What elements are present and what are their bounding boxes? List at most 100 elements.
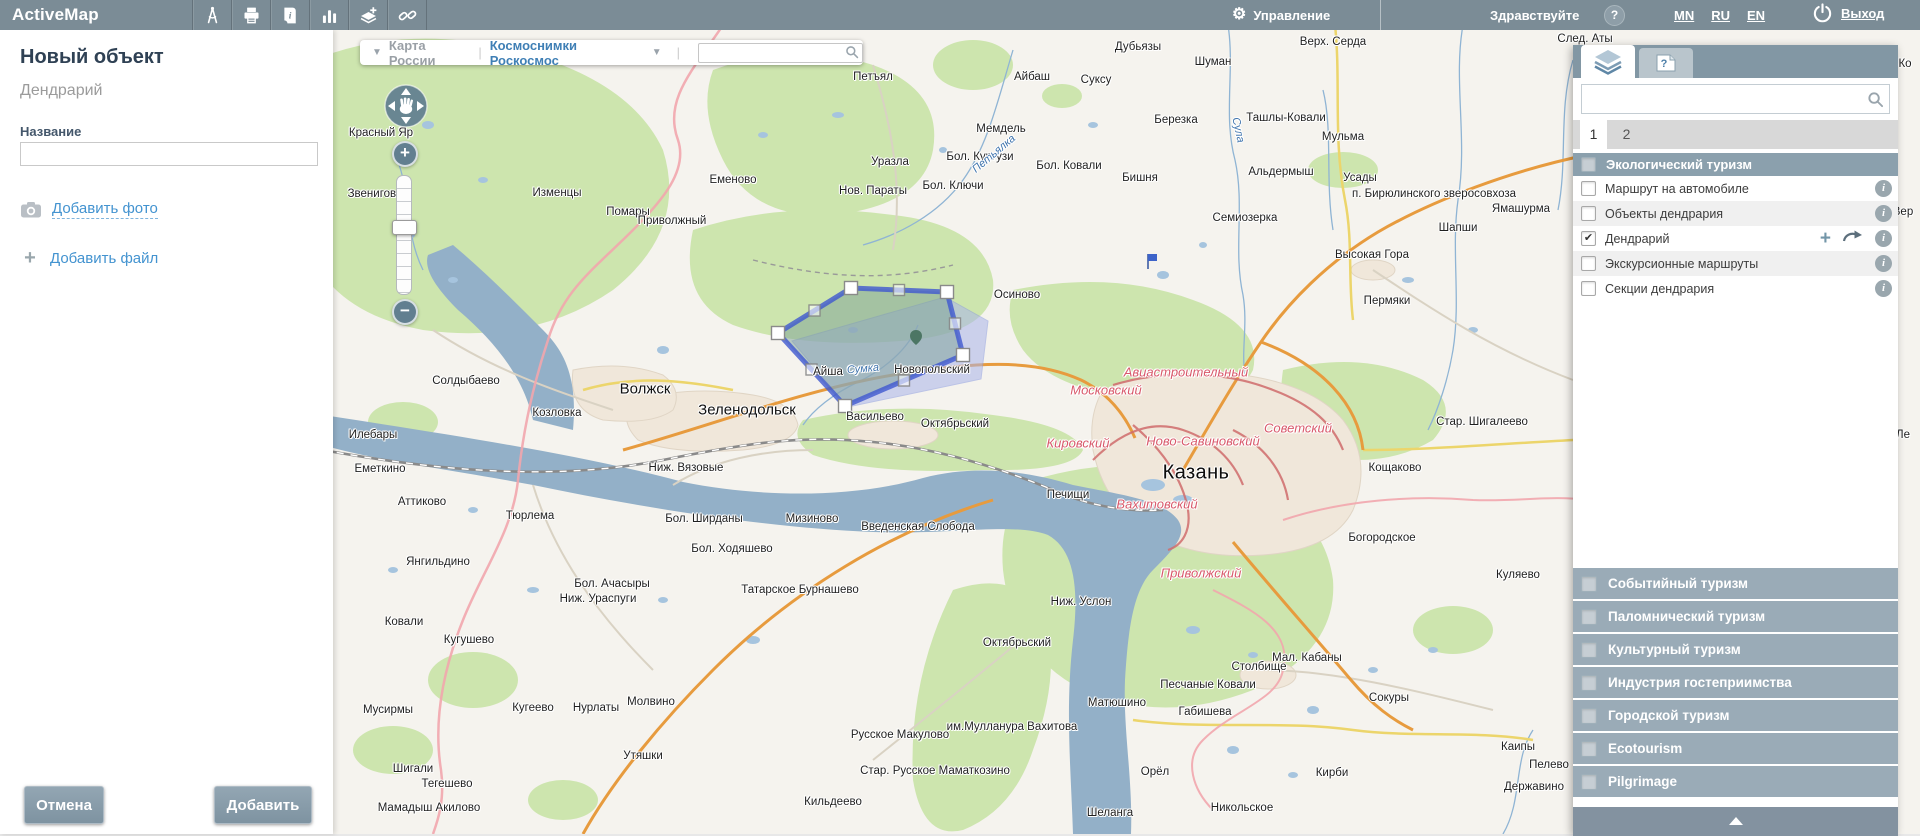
redo-arrow-icon[interactable] [1842, 229, 1864, 248]
submit-button[interactable]: Добавить [214, 786, 312, 824]
polygon-midpoint-handle[interactable] [809, 305, 820, 316]
layer-checkbox[interactable] [1581, 206, 1596, 221]
polygon-vertex-handle[interactable] [839, 400, 852, 413]
layer-subtitle: Дендрарий [20, 82, 102, 100]
search-icon[interactable] [845, 45, 859, 59]
polygon-vertex-handle[interactable] [957, 349, 970, 362]
zoom-out-button[interactable]: − [392, 299, 418, 325]
layer-group-bar[interactable]: Городской туризм [1573, 700, 1898, 731]
search-icon[interactable] [1867, 91, 1884, 108]
language-link-ru[interactable]: RU [1711, 8, 1730, 23]
svg-text:?: ? [1661, 58, 1668, 70]
info-icon[interactable]: i [1875, 230, 1892, 247]
group-checkbox[interactable] [1581, 576, 1597, 592]
print-button[interactable] [231, 0, 270, 30]
add-photo-button[interactable]: Добавить фото [20, 200, 158, 219]
info-icon[interactable]: i [1875, 205, 1892, 222]
satellite-layer-option[interactable]: Космоснимки Роскосмос [490, 38, 640, 68]
add-layer-icon [358, 5, 379, 26]
zoom-in-button[interactable]: + [392, 141, 418, 167]
layer-checkbox[interactable] [1581, 181, 1596, 196]
link-button[interactable] [387, 0, 427, 30]
group-label: Событийный туризм [1608, 576, 1748, 591]
layer-group-bar[interactable]: Культурный туризм [1573, 634, 1898, 665]
cancel-button[interactable]: Отмена [24, 786, 104, 824]
layer-group-bar[interactable]: Паломнический туризм [1573, 601, 1898, 632]
add-geometry-icon[interactable]: + [1820, 229, 1831, 248]
page-tab-2[interactable]: 2 [1613, 120, 1640, 149]
polygon-midpoint-handle[interactable] [894, 285, 905, 296]
info-icon[interactable]: i [1875, 280, 1892, 297]
panel-footer[interactable] [1573, 805, 1898, 836]
group-checkbox[interactable] [1581, 774, 1597, 790]
base-layer-option[interactable]: Карта России [389, 38, 470, 68]
tab-layers[interactable] [1581, 45, 1635, 78]
polygon-midpoint-handle[interactable] [806, 364, 817, 375]
layer-group-bar[interactable]: Pilgrimage [1573, 766, 1898, 797]
collapsed-groups: Событийный туризм Паломнический туризм Кул… [1573, 568, 1898, 799]
polygon-vertex-handle[interactable] [845, 282, 858, 295]
add-layer-button[interactable] [348, 0, 387, 30]
layer-checkbox[interactable]: ✔ [1581, 231, 1596, 246]
group-label: Культурный туризм [1608, 642, 1741, 657]
info-icon[interactable]: i [1875, 180, 1892, 197]
page-tab-1[interactable]: 1 [1580, 120, 1607, 149]
greeting-text: Здравствуйте [1490, 8, 1579, 23]
language-switcher: MN RU EN [1674, 8, 1765, 23]
group-label: Паломнический туризм [1608, 609, 1765, 624]
layers-pagination: 1 2 [1573, 120, 1898, 149]
layer-label: Секции дендрария [1605, 282, 1866, 296]
group-checkbox[interactable] [1581, 675, 1597, 691]
compass-tool-icon [202, 5, 223, 26]
group-label: Индустрия гостеприимства [1608, 675, 1792, 690]
group-checkbox[interactable] [1581, 642, 1597, 658]
new-object-panel: Новый объект Дендрарий Название Добавить… [0, 30, 333, 834]
guide-icon: i [280, 5, 301, 26]
layer-row[interactable]: Объекты дендрарияi [1573, 201, 1898, 226]
camera-icon [20, 201, 42, 218]
map-pan-control[interactable] [383, 83, 429, 134]
zoom-slider-handle[interactable] [392, 220, 417, 235]
chevron-down-icon[interactable]: ▼ [652, 47, 662, 58]
polygon-vertex-handle[interactable] [941, 286, 954, 299]
layer-row[interactable]: Экскурсионные маршрутыi [1573, 251, 1898, 276]
polygon-vertex-handle[interactable] [772, 327, 785, 340]
group-checkbox[interactable] [1581, 708, 1597, 724]
help-button[interactable]: ? [1604, 5, 1625, 26]
map-search-input[interactable] [698, 43, 863, 63]
group-checkbox[interactable] [1581, 741, 1597, 757]
language-link-mn[interactable]: MN [1674, 8, 1694, 23]
layers-search-input[interactable] [1586, 89, 1860, 111]
bar-chart-button[interactable] [309, 0, 348, 30]
tab-legend[interactable]: ? [1639, 48, 1693, 78]
guide-button[interactable]: i [270, 0, 309, 30]
layer-checkbox[interactable] [1581, 256, 1596, 271]
polygon-midpoint-handle[interactable] [899, 375, 910, 386]
layer-label: Маршрут на автомобиле [1605, 182, 1866, 196]
toolbar-icons: i [192, 0, 427, 30]
group-checkbox[interactable] [1581, 609, 1597, 625]
guide-page-icon: ? [1653, 52, 1679, 74]
add-file-button[interactable]: + Добавить файл [20, 248, 158, 268]
logout-button[interactable]: Выход [1812, 3, 1884, 24]
layers-panel-tabs: ? [1573, 45, 1898, 78]
manage-button[interactable]: ⚙ Управление [1232, 0, 1330, 30]
layer-row[interactable]: ✔Дендрарий+i [1573, 226, 1898, 251]
language-link-en[interactable]: EN [1747, 8, 1765, 23]
compass-tool-button[interactable] [192, 0, 231, 30]
layer-row[interactable]: Секции дендрария i [1573, 276, 1898, 301]
layer-checkbox[interactable] [1581, 281, 1596, 296]
name-field[interactable] [20, 142, 318, 166]
zoom-slider[interactable] [396, 175, 412, 295]
layer-row[interactable]: Маршрут на автомобиле i [1573, 176, 1898, 201]
layer-group-bar[interactable]: Индустрия гостеприимства [1573, 667, 1898, 698]
layer-group-bar[interactable]: Ecotourism [1573, 733, 1898, 764]
info-icon[interactable]: i [1875, 255, 1892, 272]
layer-group-header[interactable]: Экологический туризм [1573, 153, 1898, 176]
collapse-up-icon [1729, 817, 1743, 825]
layer-group-bar[interactable]: Событийный туризм [1573, 568, 1898, 599]
group-checkbox[interactable] [1581, 157, 1596, 172]
chevron-down-icon[interactable]: ▼ [372, 47, 382, 58]
polygon-midpoint-handle[interactable] [950, 318, 961, 329]
layers-search [1581, 84, 1890, 114]
